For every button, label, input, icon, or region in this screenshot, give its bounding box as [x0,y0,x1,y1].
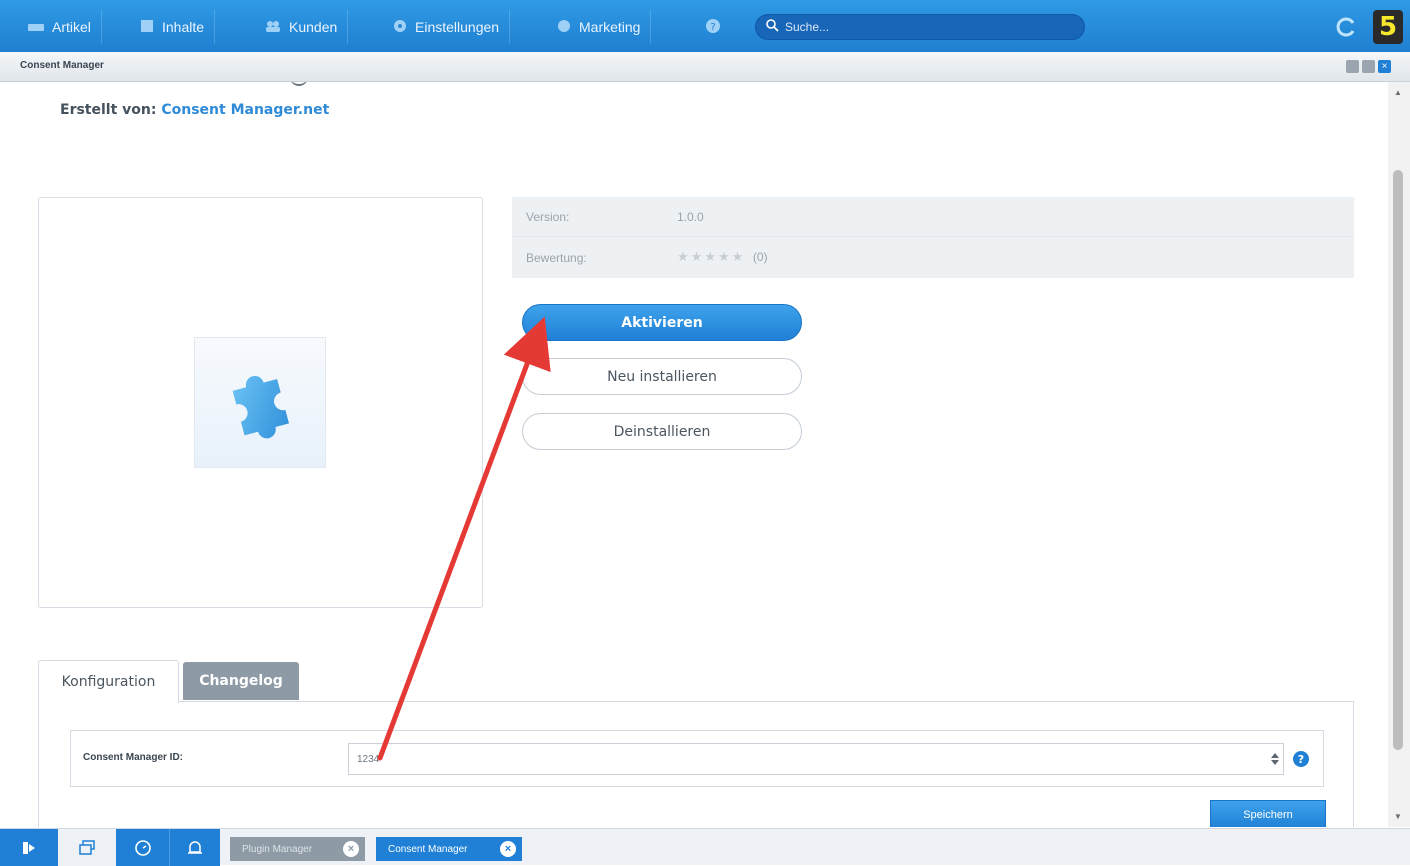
nav-item-artikel[interactable]: Artikel [18,10,102,44]
search-box[interactable] [755,14,1085,40]
plugin-image-panel [38,197,483,608]
activate-button[interactable]: Aktivieren [522,304,802,341]
config-field-row: Consent Manager ID: ? [70,730,1324,787]
created-by-label: Erstellt von: [60,102,157,118]
help-nav-button[interactable]: ? [695,10,731,44]
taskbar: Plugin Manager × Consent Manager × [0,828,1410,866]
nav-item-label: Kunden [289,19,338,35]
plugin-thumbnail [194,337,326,468]
star-icon: ★ [731,249,746,264]
nav-item-marketing[interactable]: Marketing [547,10,652,44]
scroll-up-icon[interactable]: ▲ [1394,88,1402,97]
scroll-down-icon[interactable]: ▼ [1394,812,1402,821]
taskbar-tab-label: Plugin Manager [242,843,313,855]
svg-text:?: ? [710,22,715,33]
taskbar-tab-label: Consent Manager [388,843,468,855]
dashboard-button[interactable] [116,829,170,866]
nav-item-einstellungen[interactable]: Einstellungen [383,10,511,44]
bell-icon [188,840,202,854]
star-icon: ★ [690,249,705,264]
created-by: Erstellt von: Consent Manager.net [60,102,329,118]
puzzle-icon [232,375,289,439]
version-value: 1.0.0 [677,210,704,224]
help-icon[interactable]: ? [1293,751,1309,767]
nav-item-label: Artikel [52,19,91,35]
taskbar-tab-consent-manager[interactable]: Consent Manager × [376,837,522,861]
save-button[interactable]: Speichern [1210,800,1326,827]
dashboard-icon [134,839,151,856]
uninstall-button[interactable]: Deinstallieren [522,413,802,450]
window-title: Consent Manager [20,60,104,71]
star-icon: ★ [704,249,718,264]
refresh-icon[interactable] [1335,16,1357,38]
plugin-detail-content: Erstellt von: Consent Manager.net Versio… [0,82,1388,827]
nav-item-inhalte[interactable]: Inhalte [130,10,216,44]
reinstall-button[interactable]: Neu installieren [522,358,802,395]
start-icon [23,841,35,854]
search-icon [766,19,779,35]
consent-manager-id-label: Consent Manager ID: [83,752,184,763]
windows-overview-button[interactable] [58,829,116,866]
window-titlebar: Consent Manager × [0,52,1410,82]
tab-changelog[interactable]: Changelog [183,662,299,700]
cropped-heading [290,82,308,86]
rating-row: Bewertung: ★★★★★ (0) [512,238,1354,278]
articles-icon [28,19,44,35]
consent-manager-id-input[interactable] [348,743,1284,775]
created-by-link[interactable]: Consent Manager.net [161,102,329,118]
nav-item-label: Inhalte [162,19,205,35]
number-spinner[interactable] [1268,745,1282,773]
content-icon [140,19,154,36]
rating-stars: ★★★★★ (0) [677,249,768,265]
close-window-icon[interactable]: × [1378,60,1391,73]
star-icon: ★ [677,249,691,264]
nav-item-label: Einstellungen [415,19,500,35]
top-navigation-bar: Artikel Inhalte Kunden Einstellungen Mar… [0,0,1410,52]
settings-icon [393,19,407,36]
tab-konfiguration[interactable]: Konfiguration [38,660,179,703]
windows-icon [79,839,95,855]
help-icon: ? [705,18,721,37]
vertical-scrollbar[interactable]: ▲ ▼ [1388,82,1410,827]
version-label: Version: [526,210,570,224]
start-menu-button[interactable] [0,829,58,866]
taskbar-tab-plugin-manager[interactable]: Plugin Manager × [230,837,365,861]
nav-item-kunden[interactable]: Kunden [255,10,349,44]
minimize-icon[interactable] [1346,60,1359,73]
shopware-logo: 5 [1373,10,1403,44]
marketing-icon [557,19,571,36]
rating-label: Bewertung: [526,251,587,265]
notifications-button[interactable] [170,829,220,866]
star-icon: ★ [717,249,732,264]
nav-item-label: Marketing [579,19,641,35]
maximize-icon[interactable] [1362,60,1375,73]
search-input[interactable] [785,20,1065,34]
version-row: Version: 1.0.0 [512,197,1354,237]
scroll-thumb[interactable] [1393,170,1403,750]
customers-icon [265,19,281,35]
rating-count: (0) [752,250,768,264]
plugin-info-table: Version: 1.0.0 Bewertung: ★★★★★ (0) [512,197,1354,278]
close-icon[interactable]: × [500,841,516,857]
close-icon[interactable]: × [343,841,359,857]
svg-text:?: ? [1298,753,1304,766]
